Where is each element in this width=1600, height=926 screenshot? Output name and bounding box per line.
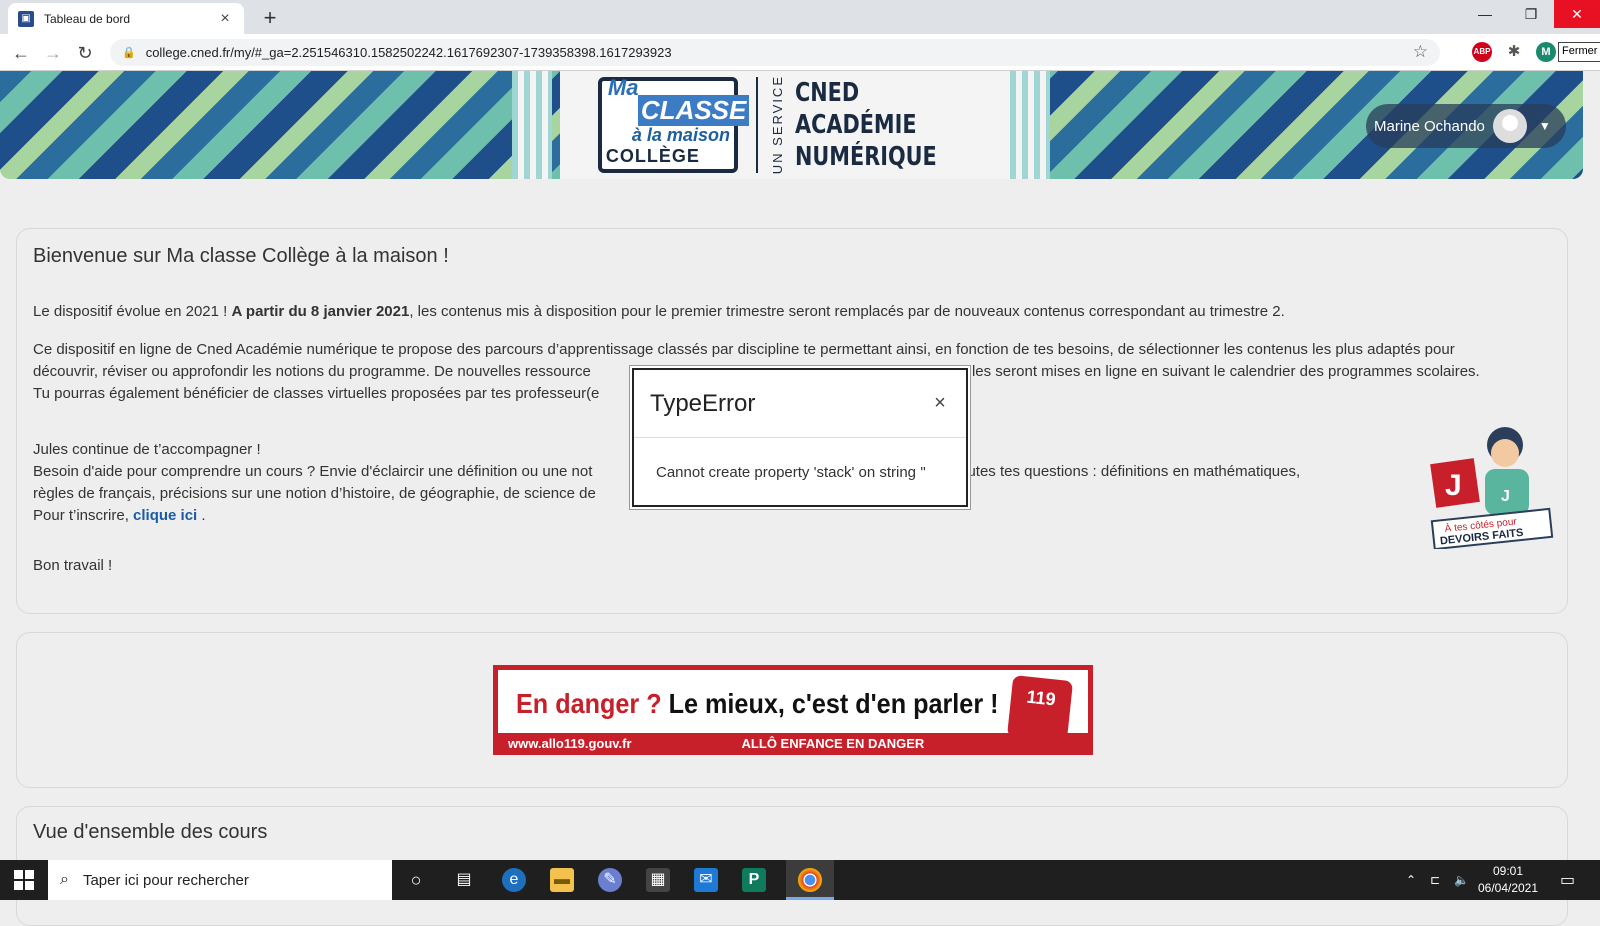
- chevron-down-icon[interactable]: ▼: [1539, 119, 1551, 133]
- p3-line-4-end: .: [197, 507, 206, 524]
- un-service-label: UN SERVICE: [769, 75, 785, 175]
- cned-line-1: CNED: [794, 78, 860, 108]
- tab-title: Tableau de bord: [44, 11, 131, 26]
- ad-message: Le mieux, c'est d'en parler !: [661, 688, 999, 719]
- ad-footer: www.allo119.gouv.fr ALLÔ ENFANCE EN DANG…: [498, 733, 1088, 753]
- window-close-button[interactable]: ✕: [1554, 0, 1600, 28]
- p3-line-2b: à toutes tes questions : définitions en …: [942, 463, 1301, 480]
- cned-logo-text: CNED ACADÉMIE NUMÉRIQUE: [795, 77, 972, 173]
- restore-button[interactable]: ❐: [1508, 0, 1554, 28]
- network-icon[interactable]: ⊏: [1430, 860, 1440, 900]
- file-explorer-icon[interactable]: ▬: [550, 868, 574, 892]
- clique-ici-link[interactable]: clique ici: [133, 507, 197, 524]
- cortana-icon[interactable]: ○: [404, 868, 428, 892]
- ad-url: www.allo119.gouv.fr: [508, 735, 632, 751]
- edge-icon[interactable]: e: [502, 868, 526, 892]
- modal-header: TypeError ×: [634, 370, 966, 438]
- cned-line-3: NUMÉRIQUE: [794, 142, 937, 172]
- logo-separator: [755, 77, 758, 173]
- mail-icon[interactable]: ✉: [694, 868, 718, 892]
- banner-stripes-right: [1010, 71, 1050, 179]
- windows-start-icon[interactable]: [14, 870, 34, 890]
- p2-line-2b: s. Elles seront mises en ligne en suivan…: [942, 363, 1480, 380]
- logo-classe: CLASSE: [637, 95, 750, 126]
- p2-line-2a: découvrir, réviser ou approfondir les no…: [33, 363, 591, 380]
- svg-text:J: J: [1501, 488, 1510, 505]
- reload-icon[interactable]: ↻: [72, 40, 98, 66]
- chrome-icon[interactable]: [798, 868, 822, 892]
- profile-avatar[interactable]: M: [1536, 42, 1556, 62]
- clock-time: 09:01: [1492, 864, 1524, 878]
- p2-line-1: Ce dispositif en ligne de Cned Académie …: [33, 341, 1455, 358]
- modal-message: Cannot create property 'stack' on string…: [656, 464, 926, 481]
- clock-date: 06/04/2021: [1477, 881, 1539, 895]
- user-menu[interactable]: Marine Ochando ▼: [1366, 104, 1566, 148]
- extensions-puzzle-icon[interactable]: ✱: [1504, 42, 1524, 62]
- welcome-paragraph-1: Le dispositif évolue en 2021 ! A partir …: [33, 301, 1548, 323]
- modal-title: TypeError: [650, 389, 756, 417]
- logo-ma: Ma: [607, 75, 639, 100]
- logo-college: COLLÈGE: [605, 146, 700, 166]
- new-tab-button[interactable]: +: [258, 5, 282, 31]
- ad-danger: En danger ?: [516, 688, 662, 719]
- cned-line-2: ACADÉMIE: [794, 110, 917, 140]
- tray-chevron-up-icon[interactable]: ⌃: [1406, 860, 1416, 900]
- p3-line-4-start: Pour t’inscrire,: [33, 507, 134, 524]
- site-banner: Ma CLASSE à la maison COLLÈGE UN SERVICE…: [0, 71, 1583, 179]
- user-name[interactable]: Marine Ochando: [1374, 118, 1485, 135]
- close-icon[interactable]: ×: [930, 392, 950, 415]
- publisher-icon[interactable]: P: [742, 868, 766, 892]
- p3-line-2a: Besoin d'aide pour comprendre un cours ?…: [33, 463, 593, 480]
- browser-tab-strip: ▣ Tableau de bord × + — ❐ ✕: [0, 0, 1600, 34]
- windows-taskbar: ⌕ Taper ici pour rechercher ○ ▤ e ▬ ✎ ▦ …: [0, 860, 1600, 900]
- bookmark-star-icon[interactable]: ☆: [1413, 42, 1428, 62]
- fermer-tooltip: Fermer: [1558, 42, 1600, 62]
- banner-stripes-left: [512, 71, 552, 179]
- store-icon[interactable]: ▦: [646, 868, 670, 892]
- task-view-icon[interactable]: ▤: [452, 868, 476, 892]
- tab-tableau-de-bord[interactable]: ▣ Tableau de bord ×: [8, 3, 244, 34]
- adblock-plus-icon[interactable]: ABP: [1472, 42, 1492, 62]
- taskbar-clock[interactable]: 09:01 06/04/2021: [1468, 863, 1548, 897]
- welcome-paragraph-4: Bon travail !: [33, 557, 113, 574]
- allo-119-banner[interactable]: En danger ? Le mieux, c'est d'en parler …: [493, 665, 1093, 755]
- search-placeholder[interactable]: Taper ici pour rechercher: [83, 872, 249, 889]
- minimize-button[interactable]: —: [1462, 0, 1508, 28]
- cned-favicon-icon: ▣: [18, 10, 34, 27]
- banner-logo-area: Ma CLASSE à la maison COLLÈGE UN SERVICE…: [560, 71, 1010, 179]
- svg-text:J: J: [1445, 469, 1462, 502]
- notifications-icon[interactable]: ▭: [1560, 860, 1575, 900]
- address-bar-row: ← → ↻ 🔒 college.cned.fr/my/#_ga=2.251546…: [0, 34, 1600, 71]
- ad-tagline: ALLÔ ENFANCE EN DANGER: [741, 735, 925, 751]
- user-avatar-icon[interactable]: [1492, 109, 1527, 143]
- ad-headline: En danger ? Le mieux, c'est d'en parler …: [516, 688, 999, 720]
- typeerror-modal: TypeError × Cannot create property 'stac…: [632, 368, 968, 507]
- search-icon: ⌕: [60, 871, 69, 888]
- url-omnibox[interactable]: 🔒 college.cned.fr/my/#_ga=2.251546310.15…: [110, 39, 1440, 66]
- p3-line-4: Pour t’inscrire, clique ici .: [33, 505, 1548, 527]
- url-text[interactable]: college.cned.fr/my/#_ga=2.251546310.1582…: [146, 45, 672, 60]
- p1-bold: A partir du 8 janvier 2021: [231, 303, 410, 320]
- volume-icon[interactable]: 🔈: [1454, 860, 1469, 900]
- jules-devoirs-faits-illustration[interactable]: J J À tes côtés pour DEVOIRS FAITS: [1427, 419, 1557, 549]
- welcome-title: Bienvenue sur Ma classe Collège à la mai…: [33, 245, 449, 267]
- forward-arrow-icon[interactable]: →: [40, 40, 66, 66]
- courses-title: Vue d'ensemble des cours: [33, 821, 268, 843]
- p1-end: , les contenus mis à disposition pour le…: [409, 303, 1285, 320]
- logo-maison: à la maison: [631, 125, 730, 145]
- p1-start: Le dispositif évolue en 2021 !: [33, 303, 232, 320]
- close-tab-icon[interactable]: ×: [216, 10, 234, 28]
- paint-icon[interactable]: ✎: [598, 868, 622, 892]
- ma-classe-logo[interactable]: Ma CLASSE à la maison COLLÈGE: [597, 75, 750, 173]
- lock-icon[interactable]: 🔒: [122, 46, 136, 59]
- ad-card: En danger ? Le mieux, c'est d'en parler …: [16, 632, 1568, 788]
- taskbar-search-box[interactable]: ⌕ Taper ici pour rechercher: [48, 860, 392, 900]
- back-arrow-icon[interactable]: ←: [8, 40, 34, 66]
